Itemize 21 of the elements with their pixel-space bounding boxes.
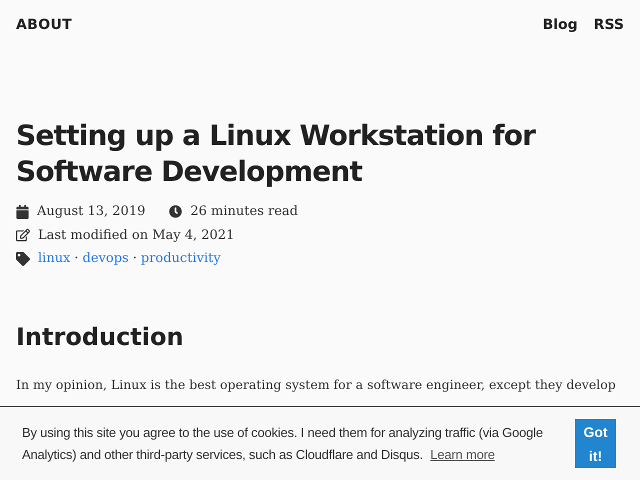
calendar-icon	[16, 204, 29, 219]
edit-icon	[16, 228, 30, 242]
last-modified: Last modified on May 4, 2021	[38, 226, 234, 244]
accept-button[interactable]: Got it!	[575, 419, 616, 468]
tag-separator: ·	[74, 250, 79, 268]
tag-link[interactable]: linux	[38, 249, 70, 268]
tag-separator: ·	[132, 250, 137, 268]
tag-link[interactable]: devops	[82, 249, 129, 268]
cookie-message: By using this site you agree to the use of cookies. I need them for analyzing traffic (via Google Analytics) and other third-party services, such as Cloudflare and Disqus. Learn more	[22, 424, 544, 464]
read-time: 26 minutes read	[190, 203, 298, 221]
post-date: August 13, 2019	[37, 203, 146, 221]
section-heading: Introduction	[16, 322, 185, 352]
clock-icon	[169, 205, 182, 218]
learn-more-link[interactable]: Learn more	[430, 446, 495, 462]
nav-link[interactable]: Blog	[542, 15, 578, 36]
tag-icon	[16, 252, 30, 266]
site-title-link[interactable]: ABOUT	[16, 15, 72, 36]
intro-paragraph: In my opinion, Linux is the best operating system for a software engineer, except they develop	[16, 376, 617, 394]
nav-link[interactable]: RSS	[594, 15, 624, 36]
post-title: Setting up a Linux Workstation for Software Development	[16, 118, 537, 190]
tag-link[interactable]: productivity	[140, 249, 221, 268]
